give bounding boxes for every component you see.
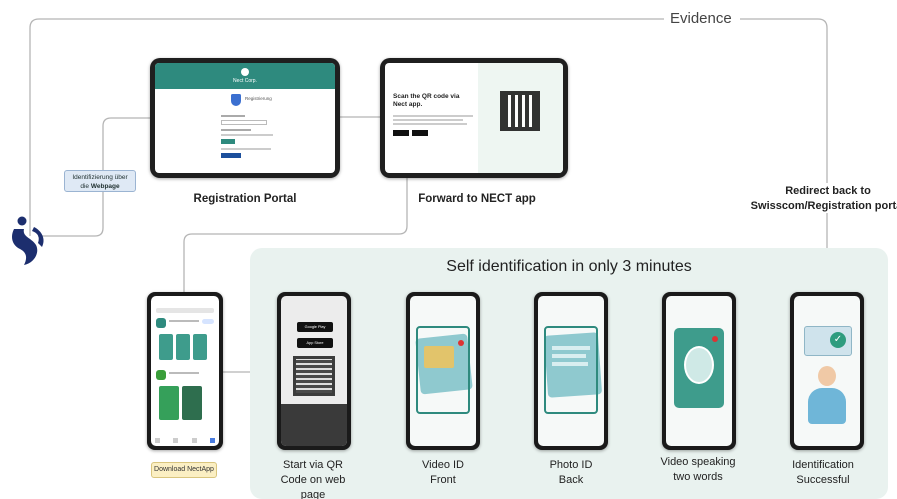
- second-app-icon: [156, 370, 166, 380]
- step-1-line-2: Code on web: [280, 474, 346, 486]
- caption-step-4: Video speaking two words: [648, 455, 748, 485]
- face-outline-icon: [684, 346, 714, 384]
- store-tab-bar: [155, 438, 215, 443]
- caption-step-5: Identification Successful: [778, 458, 868, 488]
- record-indicator-icon: [712, 336, 718, 342]
- step-photo-back-phone: [534, 292, 608, 450]
- portal-header-bar: Nect Corp.: [155, 63, 335, 89]
- badge-line-1: Identifizierung über: [72, 174, 128, 181]
- step-4-line-1: Video speaking: [660, 456, 736, 468]
- app-store-phone: [147, 292, 223, 450]
- evidence-label: Evidence: [666, 10, 736, 27]
- caption-redirect: Redirect back to Swisscom/Registration p…: [740, 184, 897, 214]
- person-body-icon: [808, 388, 846, 424]
- phone-frame-icon: [416, 326, 470, 414]
- google-play-mini-icon: [412, 130, 428, 136]
- step-2-line-1: Video ID: [422, 459, 464, 471]
- start-qr-code-icon: [293, 356, 335, 396]
- badge-line-2-bold: Webpage: [90, 183, 120, 190]
- step-5-line-2: Successful: [796, 474, 850, 486]
- forward-qr-area: [478, 63, 563, 173]
- nect-app-icon: [156, 318, 166, 328]
- portal-logo-icon: [241, 68, 249, 76]
- checkmark-icon: ✓: [830, 332, 846, 348]
- forward-app-tablet: Scan the QR code via Nect app.: [380, 58, 568, 178]
- phone-frame-icon: [544, 326, 598, 414]
- store-screenshots-2: [159, 386, 202, 420]
- swisscom-logo: [8, 215, 52, 269]
- forward-text-lines: [393, 115, 473, 136]
- qr-code-icon: [500, 91, 540, 131]
- caption-forward-app: Forward to NECT app: [418, 193, 536, 205]
- step-1-line-3: page: [300, 489, 326, 499]
- redirect-line-1: Redirect back to: [785, 185, 871, 197]
- get-button: [202, 319, 214, 324]
- step-4-line-2: two words: [673, 471, 723, 483]
- step-1-line-1: Start via QR: [283, 459, 343, 471]
- step-success-phone: ✓: [790, 292, 864, 450]
- phone-dark-bottom: [281, 404, 347, 446]
- portal-shield-icon: [231, 94, 241, 106]
- google-play-button: Google Play: [297, 322, 333, 332]
- webpage-identification-badge: Identifizierung über die Webpage: [64, 170, 136, 192]
- caption-registration-portal: Registration Portal: [193, 193, 297, 205]
- step-3-line-2: Back: [558, 474, 584, 486]
- step-3-line-1: Photo ID: [549, 459, 593, 471]
- registration-portal-tablet: Nect Corp. Registrierung: [150, 58, 340, 178]
- portal-subtitle: Registrierung: [245, 96, 272, 101]
- person-head-icon: [818, 366, 836, 386]
- store-screenshots-1: [159, 334, 207, 360]
- portal-header-text: Nect Corp.: [233, 78, 257, 84]
- redirect-line-2: Swisscom/Registration portal: [750, 200, 897, 212]
- caption-step-1: Start via QR Code on web page: [268, 458, 358, 499]
- badge-line-2: die Webpage: [80, 183, 120, 190]
- panel-title: Self identification in only 3 minutes: [446, 258, 692, 275]
- portal-form-lines: [221, 115, 281, 158]
- step-video-speaking-phone: [662, 292, 736, 450]
- step-video-front-phone: [406, 292, 480, 450]
- caption-step-3: Photo ID Back: [526, 458, 616, 488]
- app-store-button: App Store: [297, 338, 333, 348]
- caption-step-2: Video ID Front: [398, 458, 488, 488]
- step-2-line-2: Front: [430, 474, 456, 486]
- step-qr-phone: Google Play App Store: [277, 292, 351, 450]
- download-nectapp-badge: Download NectApp: [151, 462, 217, 478]
- forward-heading: Scan the QR code via Nect app.: [393, 93, 460, 108]
- app-store-mini-icon: [393, 130, 409, 136]
- step-5-line-1: Identification: [792, 459, 854, 471]
- store-search-bar: [156, 308, 214, 313]
